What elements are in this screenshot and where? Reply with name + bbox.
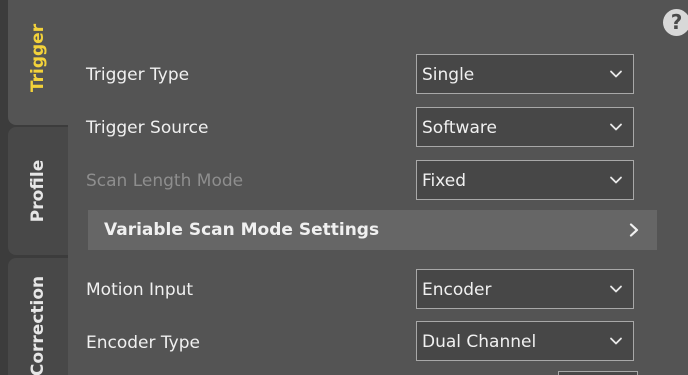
chevron-down-icon (610, 337, 622, 345)
trigger-type-select[interactable]: Single (416, 54, 634, 94)
tab-correction-label: Correction (28, 275, 48, 375)
scan-length-mode-select[interactable]: Fixed (416, 160, 634, 200)
trigger-source-select[interactable]: Software (416, 107, 634, 147)
motion-input-select[interactable]: Encoder (416, 269, 634, 309)
vertical-tab-strip: Trigger Profile Correction (0, 0, 68, 375)
trigger-type-label: Trigger Type (86, 65, 190, 85)
tab-trigger[interactable]: Trigger (8, 0, 68, 125)
chevron-down-icon (610, 176, 622, 184)
partial-control[interactable] (558, 371, 638, 375)
tab-trigger-label: Trigger (28, 23, 48, 92)
trigger-type-value: Single (422, 65, 475, 85)
scan-length-mode-value: Fixed (422, 171, 467, 191)
help-icon[interactable]: ? (663, 9, 688, 36)
chevron-down-icon (610, 123, 622, 131)
trigger-source-value: Software (422, 118, 497, 138)
chevron-down-icon (610, 70, 622, 78)
variable-scan-mode-settings-expander[interactable]: Variable Scan Mode Settings (88, 210, 657, 250)
chevron-down-icon (610, 285, 622, 293)
encoder-type-label: Encoder Type (86, 333, 200, 353)
motion-input-value: Encoder (422, 280, 492, 300)
tab-correction[interactable]: Correction (8, 258, 68, 375)
tab-profile-label: Profile (28, 159, 48, 223)
motion-input-label: Motion Input (86, 280, 194, 300)
chevron-right-icon (629, 223, 639, 237)
encoder-type-select[interactable]: Dual Channel (416, 321, 634, 361)
encoder-type-value: Dual Channel (422, 332, 537, 352)
scan-length-mode-label: Scan Length Mode (86, 171, 244, 191)
variable-scan-mode-settings-title: Variable Scan Mode Settings (104, 220, 380, 240)
trigger-settings-panel: Trigger Profile Correction ? Trigger Typ… (0, 0, 688, 375)
tab-profile[interactable]: Profile (8, 127, 68, 255)
trigger-source-label: Trigger Source (86, 118, 209, 138)
